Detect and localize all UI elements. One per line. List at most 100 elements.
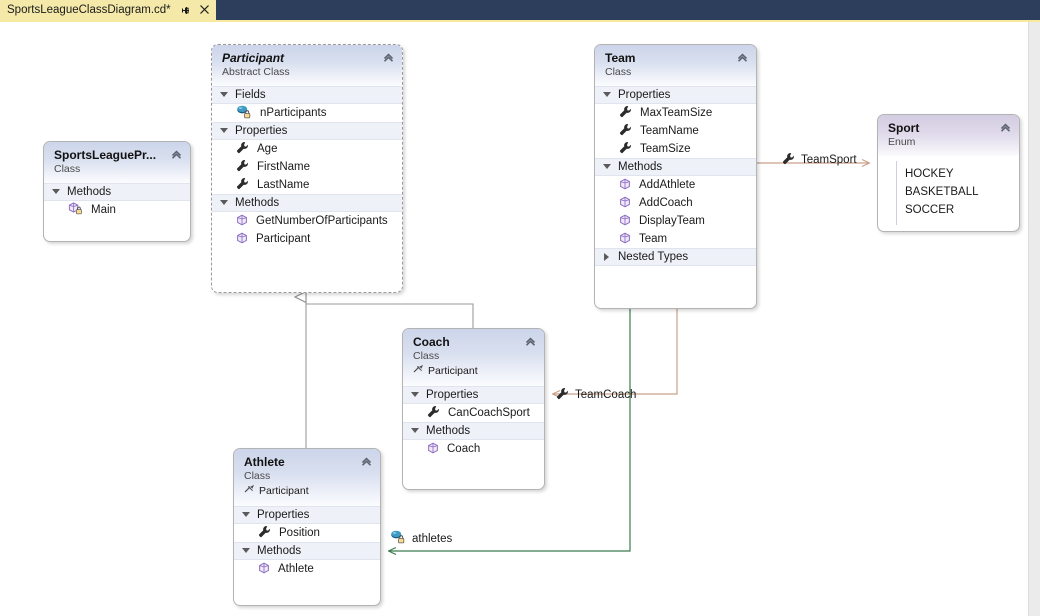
member-row[interactable]: GetNumberOfParticipants: [212, 212, 402, 230]
shape-kind-sport: Enum: [888, 136, 916, 148]
member-row[interactable]: Age: [212, 140, 402, 158]
shape-title-participant: Participant: [222, 51, 285, 65]
chevron-down-icon[interactable]: [220, 91, 228, 99]
shape-header-sportsleagueprogram[interactable]: SportsLeaguePr... Class: [44, 142, 190, 183]
section-header-methods[interactable]: Methods: [234, 542, 380, 560]
enum-value[interactable]: BASKETBALL: [897, 183, 1013, 201]
class-shape-sportsleagueprogram[interactable]: SportsLeaguePr... Class Methods Main: [43, 141, 191, 242]
method-icon: [236, 232, 248, 247]
shape-header-sport[interactable]: Sport Enum: [878, 115, 1019, 156]
member-name: Team: [639, 233, 668, 245]
shape-kind-coach: Class: [413, 350, 440, 362]
member-row[interactable]: nParticipants: [212, 104, 402, 122]
member-row[interactable]: AddCoach: [595, 194, 756, 212]
section-label: Methods: [67, 186, 112, 198]
member-name: nParticipants: [260, 107, 327, 119]
property-icon: [236, 141, 249, 157]
chevron-down-icon[interactable]: [220, 199, 228, 207]
member-row[interactable]: MaxTeamSize: [595, 104, 756, 122]
chevron-up-icon[interactable]: [360, 455, 373, 468]
shape-header-team[interactable]: Team Class: [595, 45, 756, 86]
class-shape-participant[interactable]: Participant Abstract Class Fields nParticip…: [211, 44, 403, 293]
member-row[interactable]: Athlete: [234, 560, 380, 578]
connector-label-teamcoach[interactable]: TeamCoach: [556, 387, 636, 403]
method-icon: [619, 196, 631, 211]
shape-kind-sportsleagueprogram: Class: [54, 163, 81, 175]
member-name: Position: [279, 527, 320, 539]
section-header-fields[interactable]: Fields: [212, 86, 402, 104]
field-private-icon: [390, 530, 406, 547]
member-row[interactable]: FirstName: [212, 158, 402, 176]
member-row[interactable]: AddAthlete: [595, 176, 756, 194]
member-row[interactable]: Coach: [403, 440, 544, 458]
close-icon[interactable]: [199, 4, 210, 17]
class-diagram-designer: SportsLeagueClassDiagram.cd* TeamSport T…: [0, 0, 1040, 616]
section-header-properties[interactable]: Properties: [234, 506, 380, 524]
chevron-down-icon[interactable]: [603, 91, 611, 99]
member-name: LastName: [257, 179, 310, 191]
section-label: Methods: [257, 545, 302, 557]
shape-body-sportsleagueprogram: Methods Main: [44, 183, 190, 219]
section-header-methods[interactable]: Methods: [44, 183, 190, 201]
section-header-properties[interactable]: Properties: [403, 386, 544, 404]
shape-header-coach[interactable]: Coach Class Participant: [403, 329, 544, 386]
connector-label-text: TeamCoach: [575, 389, 637, 401]
section-label: Methods: [235, 197, 280, 209]
shape-header-participant[interactable]: Participant Abstract Class: [212, 45, 402, 86]
member-row[interactable]: Participant: [212, 230, 402, 248]
shape-base-coach[interactable]: Participant: [413, 364, 536, 379]
class-shape-sport[interactable]: Sport Enum HOCKEY BASKETBALL SOCCER: [877, 114, 1020, 232]
member-row[interactable]: TeamName: [595, 122, 756, 140]
chevron-down-icon[interactable]: [52, 188, 60, 196]
enum-value[interactable]: HOCKEY: [897, 165, 1013, 183]
class-shape-coach[interactable]: Coach Class Participant Properties CanCoachS…: [402, 328, 545, 490]
member-row[interactable]: DisplayTeam: [595, 212, 756, 230]
shape-base-label: Participant: [259, 485, 309, 497]
shape-title-team: Team: [605, 51, 636, 65]
shape-header-athlete[interactable]: Athlete Class Participant: [234, 449, 380, 506]
shape-title-sportsleagueprogram: SportsLeaguePr...: [54, 148, 157, 162]
class-shape-team[interactable]: Team Class Properties MaxTeamSize TeamName Te…: [594, 44, 757, 309]
member-row[interactable]: LastName: [212, 176, 402, 194]
member-row[interactable]: Team: [595, 230, 756, 248]
chevron-down-icon[interactable]: [603, 163, 611, 171]
section-header-properties[interactable]: Properties: [212, 122, 402, 140]
chevron-up-icon[interactable]: [524, 335, 537, 348]
chevron-up-icon[interactable]: [736, 51, 749, 64]
section-header-methods[interactable]: Methods: [595, 158, 756, 176]
member-name: TeamSize: [640, 143, 691, 155]
member-row[interactable]: CanCoachSport: [403, 404, 544, 422]
chevron-down-icon[interactable]: [411, 391, 419, 399]
section-header-methods[interactable]: Methods: [403, 422, 544, 440]
chevron-down-icon[interactable]: [242, 547, 250, 555]
section-header-nested-types[interactable]: Nested Types: [595, 248, 756, 266]
class-shape-athlete[interactable]: Athlete Class Participant Properties Positio…: [233, 448, 381, 606]
connector-label-teamsport[interactable]: TeamSport: [782, 152, 857, 168]
shape-base-athlete[interactable]: Participant: [244, 484, 372, 499]
section-header-methods[interactable]: Methods: [212, 194, 402, 212]
diagram-canvas[interactable]: [0, 22, 1028, 616]
property-icon: [258, 525, 271, 541]
chevron-down-icon[interactable]: [220, 127, 228, 135]
chevron-right-icon[interactable]: [603, 253, 611, 261]
member-row[interactable]: Main: [44, 201, 190, 219]
member-name: Participant: [256, 233, 311, 245]
chevron-down-icon[interactable]: [242, 511, 250, 519]
connector-label-athletes[interactable]: athletes: [390, 530, 452, 547]
enum-value[interactable]: SOCCER: [897, 201, 1013, 219]
member-row[interactable]: TeamSize: [595, 140, 756, 158]
chevron-up-icon[interactable]: [999, 121, 1012, 134]
shape-title-coach: Coach: [413, 335, 450, 349]
member-row[interactable]: Position: [234, 524, 380, 542]
section-label: Methods: [426, 425, 471, 437]
chevron-up-icon[interactable]: [170, 148, 183, 161]
member-name: FirstName: [257, 161, 311, 173]
shape-title-sport: Sport: [888, 121, 920, 135]
pin-icon[interactable]: [180, 5, 191, 16]
section-header-properties[interactable]: Properties: [595, 86, 756, 104]
method-icon: [619, 178, 631, 193]
document-tab[interactable]: SportsLeagueClassDiagram.cd*: [0, 0, 216, 20]
chevron-up-icon[interactable]: [382, 51, 395, 64]
chevron-down-icon[interactable]: [411, 427, 419, 435]
method-icon: [619, 214, 631, 229]
